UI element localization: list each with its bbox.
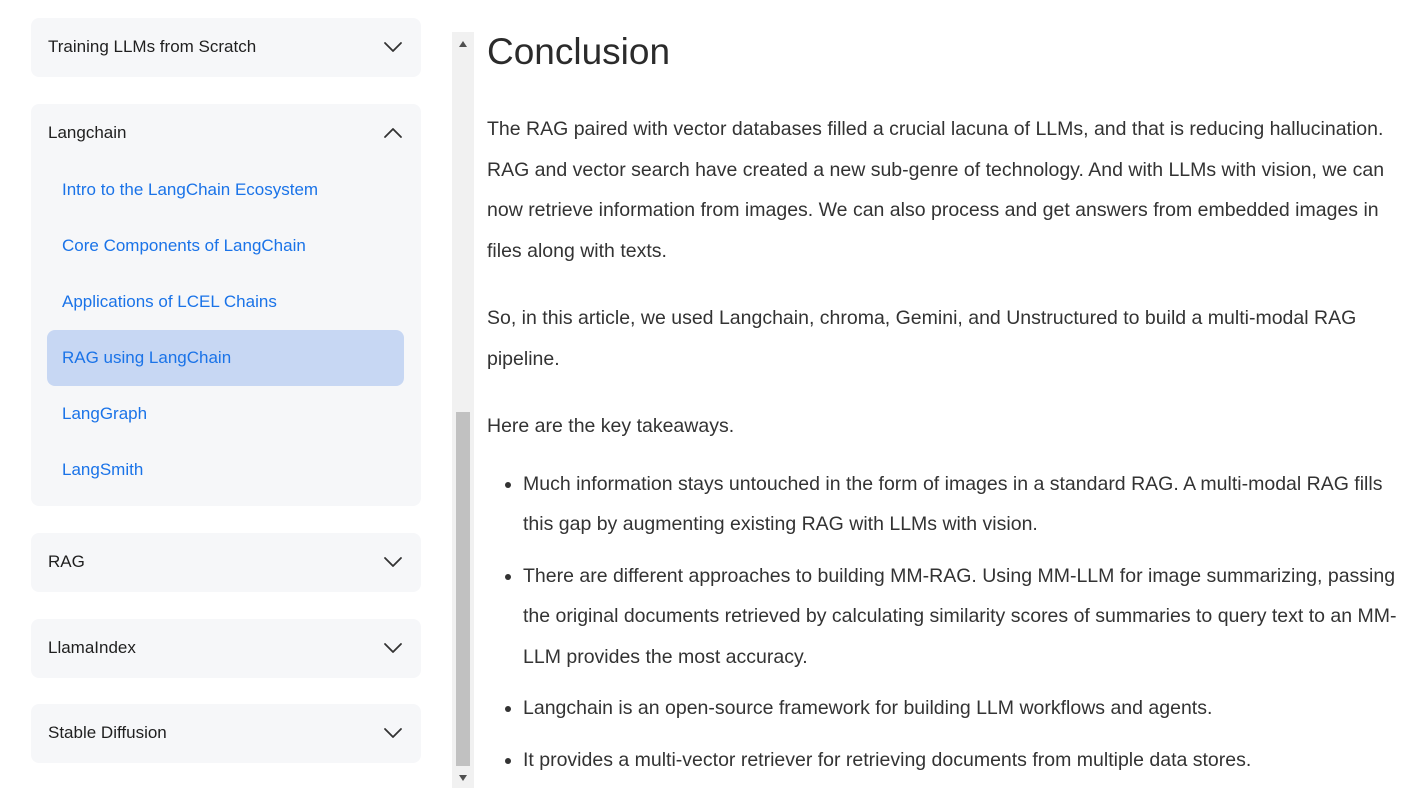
section-title: LlamaIndex xyxy=(48,638,136,657)
section-title: Training LLMs from Scratch xyxy=(48,37,257,56)
section-training-llms: Training LLMs from Scratch xyxy=(31,18,421,77)
chevron-down-icon xyxy=(384,728,402,738)
langchain-lessons: Intro to the LangChain Ecosystem Core Co… xyxy=(47,162,404,498)
chevron-up-icon xyxy=(384,128,402,138)
article-heading: Conclusion xyxy=(487,31,671,72)
list-item: Much information stays untouched in the … xyxy=(523,464,1412,545)
takeaways-list: Much information stays untouched in the … xyxy=(487,464,1412,781)
section-rag: RAG xyxy=(31,533,421,592)
section-header-training-llms[interactable]: Training LLMs from Scratch xyxy=(31,27,421,67)
scroll-thumb[interactable] xyxy=(456,412,470,766)
scroll-up-arrow[interactable] xyxy=(452,36,474,52)
lesson-langgraph[interactable]: LangGraph xyxy=(47,386,404,442)
course-sidebar: Training LLMs from Scratch Langchain Int… xyxy=(0,0,452,792)
list-item: Langchain is an open-source framework fo… xyxy=(523,688,1412,729)
section-header-llamaindex[interactable]: LlamaIndex xyxy=(31,628,421,668)
triangle-down-icon xyxy=(459,775,467,781)
section-title: Stable Diffusion xyxy=(48,723,167,742)
lesson-langsmith[interactable]: LangSmith xyxy=(47,442,404,498)
section-header-stable-diffusion[interactable]: Stable Diffusion xyxy=(31,713,421,753)
section-title: Langchain xyxy=(48,123,127,142)
chevron-down-icon xyxy=(384,643,402,653)
list-item: It provides a multi-vector retriever for… xyxy=(523,740,1412,781)
section-langchain: Langchain Intro to the LangChain Ecosyst… xyxy=(31,104,421,506)
section-stable-diffusion: Stable Diffusion xyxy=(31,704,421,763)
paragraph: So, in this article, we used Langchain, … xyxy=(487,307,1357,370)
list-item: There are different approaches to buildi… xyxy=(523,556,1412,678)
section-header-rag[interactable]: RAG xyxy=(31,542,421,582)
section-header-langchain[interactable]: Langchain xyxy=(31,113,421,153)
chevron-down-icon xyxy=(384,42,402,52)
section-llamaindex: LlamaIndex xyxy=(31,619,421,678)
sidebar-scrollbar[interactable] xyxy=(452,32,474,788)
lesson-core-components[interactable]: Core Components of LangChain xyxy=(47,218,404,274)
paragraph: Here are the key takeaways. xyxy=(487,415,735,437)
section-title: RAG xyxy=(48,552,85,571)
lesson-lcel-chains[interactable]: Applications of LCEL Chains xyxy=(47,274,404,330)
chevron-down-icon xyxy=(384,557,402,567)
paragraph: The RAG paired with vector databases fil… xyxy=(487,118,1385,262)
page: Training LLMs from Scratch Langchain Int… xyxy=(0,0,1424,792)
triangle-up-icon xyxy=(459,41,467,47)
article-content: Conclusion The RAG paired with vector da… xyxy=(487,24,1412,791)
lesson-intro-langchain-ecosystem[interactable]: Intro to the LangChain Ecosystem xyxy=(47,162,404,218)
lesson-rag-using-langchain[interactable]: RAG using LangChain xyxy=(47,330,404,386)
scroll-down-arrow[interactable] xyxy=(452,770,474,786)
